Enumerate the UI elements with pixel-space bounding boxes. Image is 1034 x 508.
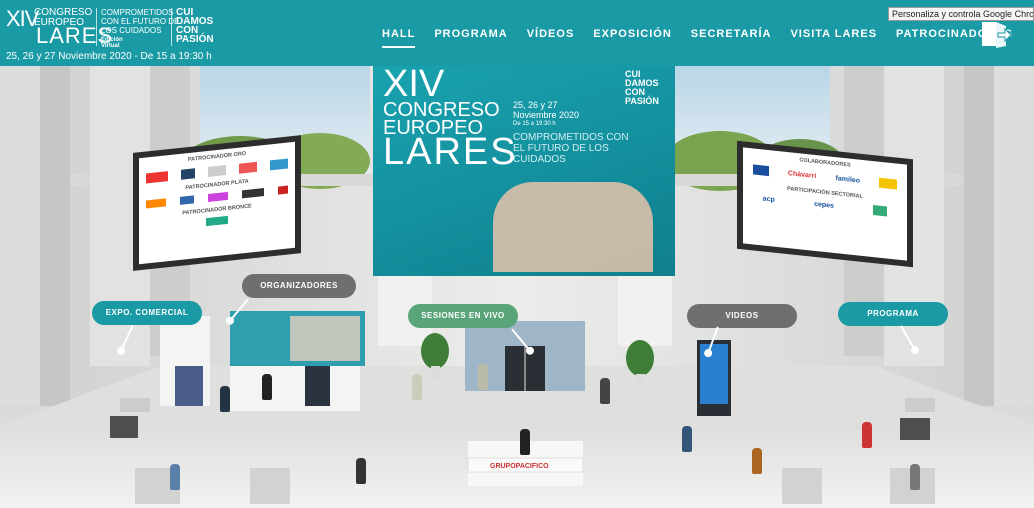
banner-hours: De 15 a 19:30 h <box>513 121 556 127</box>
hands-photo <box>493 182 653 272</box>
visitor-figure <box>752 448 762 474</box>
expo-comercial-button[interactable]: EXPO. COMERCIAL <box>92 301 202 325</box>
logo-edition: Edición Virtual <box>101 37 123 49</box>
logo-famileo: famileo <box>835 174 861 185</box>
banner-xiv: XIV <box>383 66 445 105</box>
nav-exposicion[interactable]: EXPOSICIÓN <box>593 28 671 40</box>
exit-icon[interactable] <box>980 20 1012 50</box>
nav-secretaria[interactable]: SECRETARÍA <box>691 28 772 40</box>
logo-chavarri: Chávarri <box>787 169 817 180</box>
videos-button[interactable]: VIDEOS <box>687 304 797 328</box>
programa-button[interactable]: PROGRAMA <box>838 302 948 326</box>
visitor-figure <box>170 464 180 490</box>
banner-month: Noviembre 2020 <box>513 110 580 120</box>
organizadores-button[interactable]: ORGANIZADORES <box>242 274 356 298</box>
nav-visita-lares[interactable]: VISITA LARES <box>790 28 877 40</box>
reception-desk-label: GRUPOPACIFICO <box>490 463 549 470</box>
visitor-figure <box>220 386 230 412</box>
main-nav: HALL PROGRAMA VÍDEOS EXPOSICIÓN SECRETAR… <box>382 28 1032 48</box>
event-dates: 25, 26 y 27 Noviembre 2020 - De 15 a 19:… <box>6 51 212 62</box>
banner-cui-damos: CUI DAMOS CON PASIÓN <box>625 69 659 106</box>
visitor-figure <box>520 429 530 455</box>
visitor-figure <box>600 378 610 404</box>
nav-programa[interactable]: PROGRAMA <box>434 28 507 40</box>
bronze-sponsor-logo <box>206 215 228 227</box>
visitor-figure <box>478 364 488 390</box>
nav-hall[interactable]: HALL <box>382 28 416 48</box>
visitor-figure <box>910 464 920 490</box>
sesiones-en-vivo-button[interactable]: SESIONES EN VIVO <box>408 304 518 328</box>
top-navigation-bar: XIV CONGRESO EUROPEO LARES COMPROMETIDOS… <box>0 0 1034 66</box>
central-banner: XIV CONGRESO EUROPEO LARES 25, 26 y 27 N… <box>373 66 675 276</box>
visitor-figure <box>262 374 272 400</box>
logo-divider-2 <box>171 8 172 46</box>
collaborators-board[interactable]: COLABORADORES Chávarri famileo PARTICIPA… <box>737 140 913 268</box>
sponsors-board[interactable]: PATROCINADOR ORO PATROCINADOR PLATA PATR… <box>133 135 301 271</box>
banner-dates: 25, 26 y 27 <box>513 100 558 110</box>
nav-videos[interactable]: VÍDEOS <box>527 28 575 40</box>
visitor-figure <box>862 422 872 448</box>
visitor-figure <box>682 426 692 452</box>
banner-tagline: COMPROMETIDOS CON EL FUTURO DE LOS CUIDA… <box>513 132 629 165</box>
logo-cui-damos: CUI DAMOS CON PASIÓN <box>176 7 214 45</box>
banner-lares: LARES <box>383 131 518 173</box>
browser-tooltip: Personaliza y controla Google Chrome <box>888 7 1034 21</box>
virtual-hall-scene: XIV CONGRESO EUROPEO LARES 25, 26 y 27 N… <box>0 66 1034 508</box>
visitor-figure <box>356 458 366 484</box>
logo-cepes: cepes <box>814 200 834 210</box>
logo-divider <box>96 8 97 46</box>
logo-tagline: COMPROMETIDOS CON EL FUTURO DE LOS CUIDA… <box>101 8 180 35</box>
visitor-figure <box>412 374 422 400</box>
logo-acp: acp <box>762 194 775 204</box>
